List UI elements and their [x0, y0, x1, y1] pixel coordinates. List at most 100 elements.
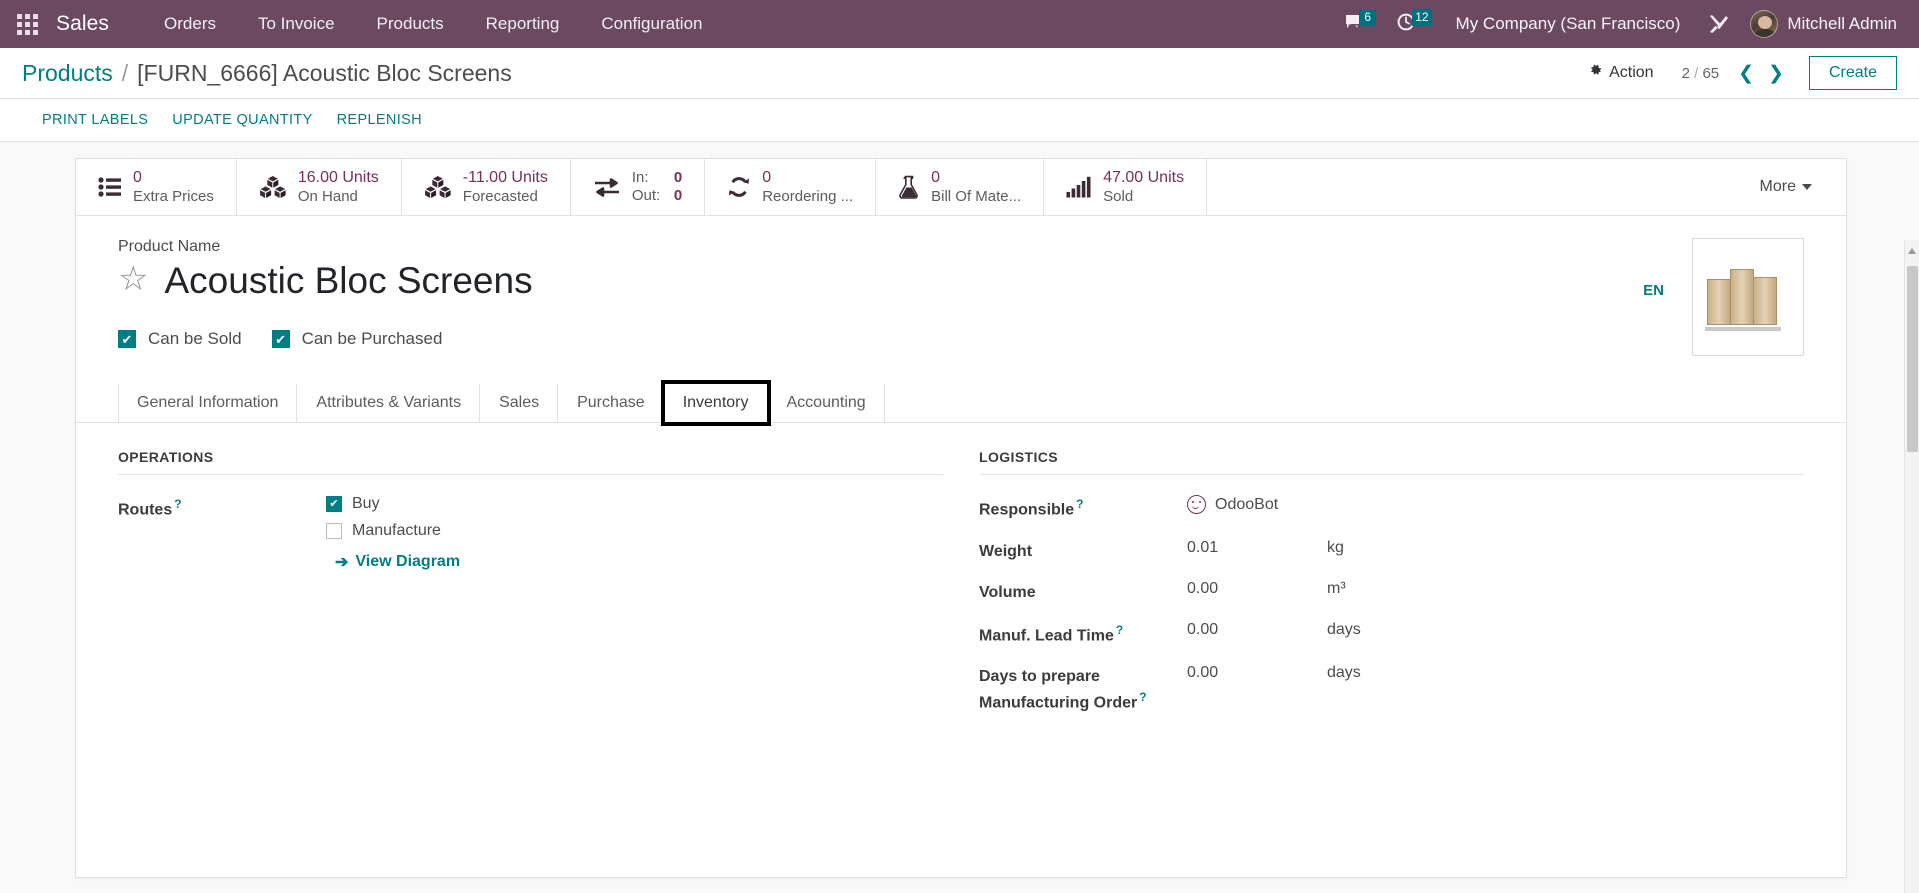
avatar: [1750, 10, 1779, 38]
menu-item-products[interactable]: Products: [356, 0, 465, 48]
action-button[interactable]: Action: [1578, 59, 1663, 87]
responsible-value[interactable]: OdooBot: [1187, 495, 1278, 514]
page-title[interactable]: Acoustic Bloc Screens: [164, 260, 532, 301]
language-badge[interactable]: EN: [1623, 282, 1664, 299]
replenish-button[interactable]: REPLENISH: [325, 106, 434, 134]
routes-help-icon[interactable]: ?: [174, 497, 181, 511]
responsible-field-row: Responsible? OdooBot: [979, 495, 1804, 522]
scroll-up-icon[interactable]: [1908, 248, 1916, 254]
routes-options: Buy Manufacture ➔ View Diagram: [326, 495, 460, 572]
menu-item-to-invoice[interactable]: To Invoice: [237, 0, 356, 48]
stat-button-extra-prices[interactable]: 0 Extra Prices: [76, 159, 237, 215]
stat-buttons-more-dropdown[interactable]: More: [1726, 159, 1846, 215]
routes-field-row: Routes? Buy Manufacture ➔ V: [118, 495, 943, 572]
stat-button-reordering-rules[interactable]: 0 Reordering ...: [705, 159, 877, 215]
breadcrumb-products[interactable]: Products: [22, 60, 113, 87]
vertical-scrollbar[interactable]: [1904, 240, 1919, 893]
volume-label: Volume: [979, 583, 1036, 601]
tab-general-information[interactable]: General Information: [118, 383, 298, 423]
menu-item-orders[interactable]: Orders: [143, 0, 237, 48]
operations-group: OPERATIONS Routes? Buy Manufacture: [118, 449, 943, 731]
stat-button-bill-of-materials[interactable]: 0 Bill Of Mate...: [876, 159, 1045, 215]
tools-icon[interactable]: [1694, 12, 1742, 36]
more-label: More: [1759, 178, 1796, 195]
routes-label-text: Routes: [118, 501, 173, 519]
stat-button-in-out[interactable]: In: 0 Out: 0: [571, 159, 706, 215]
exchange-arrows-icon: [593, 175, 621, 199]
user-menu[interactable]: Mitchell Admin: [1742, 10, 1905, 38]
product-image[interactable]: [1692, 238, 1804, 356]
manuf-lead-time-value[interactable]: 0.00: [1187, 621, 1327, 639]
cubes-icon: [259, 175, 287, 199]
tab-inventory[interactable]: Inventory: [660, 380, 771, 426]
product-form-sheet: 0 Extra Prices 16.00 Units On Hand -11.0…: [75, 158, 1847, 878]
scrollbar-thumb[interactable]: [1907, 266, 1918, 452]
route-manufacture-checkbox[interactable]: [326, 523, 342, 539]
messages-menu[interactable]: 6: [1333, 0, 1386, 48]
print-labels-button[interactable]: PRINT LABELS: [30, 106, 160, 134]
stat-label: Extra Prices: [133, 187, 214, 205]
menu-item-reporting[interactable]: Reporting: [465, 0, 581, 48]
stat-button-on-hand[interactable]: 16.00 Units On Hand: [237, 159, 402, 215]
routes-label: Routes?: [118, 495, 326, 522]
messages-badge: 6: [1359, 9, 1377, 26]
route-buy-checkbox[interactable]: [326, 496, 342, 512]
stat-value: 0: [762, 169, 772, 187]
stat-button-sold[interactable]: 47.00 Units Sold: [1044, 159, 1208, 215]
responsible-label: Responsible?: [979, 495, 1187, 522]
record-pager[interactable]: 2 / 65: [1682, 65, 1720, 82]
view-diagram-label: View Diagram: [355, 553, 461, 570]
manuf-lead-time-unit: days: [1327, 620, 1361, 638]
tab-sales[interactable]: Sales: [480, 383, 559, 423]
tab-purchase[interactable]: Purchase: [558, 383, 664, 423]
tab-accounting[interactable]: Accounting: [768, 383, 885, 423]
manuf-lead-time-label: Manuf. Lead Time?: [979, 621, 1187, 648]
star-outline-icon[interactable]: ☆: [118, 262, 148, 296]
app-brand-sales[interactable]: Sales: [56, 12, 109, 36]
update-quantity-button[interactable]: UPDATE QUANTITY: [160, 106, 324, 134]
main-menu: Orders To Invoice Products Reporting Con…: [143, 0, 723, 48]
manuf-lead-time-help-icon[interactable]: ?: [1116, 623, 1123, 637]
breadcrumb: Products / [FURN_6666] Acoustic Bloc Scr…: [22, 60, 512, 87]
logistics-title: LOGISTICS: [979, 449, 1804, 475]
route-option-buy[interactable]: Buy: [326, 495, 460, 513]
weight-value[interactable]: 0.01: [1187, 539, 1327, 557]
pager-separator: /: [1694, 64, 1699, 82]
flask-icon: [898, 175, 920, 199]
activities-menu[interactable]: 12: [1386, 0, 1441, 48]
responsible-label-text: Responsible: [979, 501, 1075, 519]
apps-grid-icon[interactable]: [17, 13, 38, 35]
days-to-prepare-mo-help-icon[interactable]: ?: [1139, 690, 1146, 704]
stat-label: Reordering ...: [762, 187, 854, 205]
stat-value: 0: [133, 169, 142, 187]
pager-current: 2: [1681, 64, 1690, 82]
days-to-prepare-mo-value[interactable]: 0.00: [1187, 664, 1327, 682]
gear-icon: [1588, 63, 1603, 83]
create-button[interactable]: Create: [1808, 56, 1897, 90]
stat-in-value: 0: [673, 168, 683, 186]
list-icon: [98, 176, 122, 198]
stat-label: On Hand: [297, 187, 358, 205]
responsible-help-icon[interactable]: ?: [1076, 497, 1083, 511]
volume-value[interactable]: 0.00: [1187, 580, 1327, 598]
route-option-manufacture[interactable]: Manufacture: [326, 522, 460, 540]
days-to-prepare-mo-label-text: Days to prepare Manufacturing Order: [979, 668, 1138, 711]
chevron-right-icon[interactable]: ❯: [1761, 62, 1791, 85]
user-name: Mitchell Admin: [1787, 14, 1897, 33]
can-be-purchased-checkbox[interactable]: [271, 330, 290, 349]
company-switcher[interactable]: My Company (San Francisco): [1442, 14, 1695, 34]
stat-value: 16.00 Units: [297, 169, 379, 187]
view-diagram-link[interactable]: ➔ View Diagram: [335, 552, 460, 572]
tab-attributes-variants[interactable]: Attributes & Variants: [297, 383, 481, 423]
stat-label: Bill Of Mate...: [931, 187, 1022, 205]
product-flags: Can be Sold Can be Purchased: [118, 329, 1623, 349]
menu-item-configuration[interactable]: Configuration: [580, 0, 723, 48]
activities-badge: 12: [1412, 9, 1432, 26]
stat-label: Sold: [1103, 187, 1134, 205]
operations-title: OPERATIONS: [118, 449, 943, 475]
stat-button-forecasted[interactable]: -11.00 Units Forecasted: [402, 159, 571, 215]
can-be-sold-checkbox[interactable]: [118, 330, 136, 349]
chevron-left-icon[interactable]: ❮: [1731, 62, 1761, 85]
odoobot-face-icon: [1187, 495, 1206, 514]
weight-unit: kg: [1327, 538, 1344, 556]
